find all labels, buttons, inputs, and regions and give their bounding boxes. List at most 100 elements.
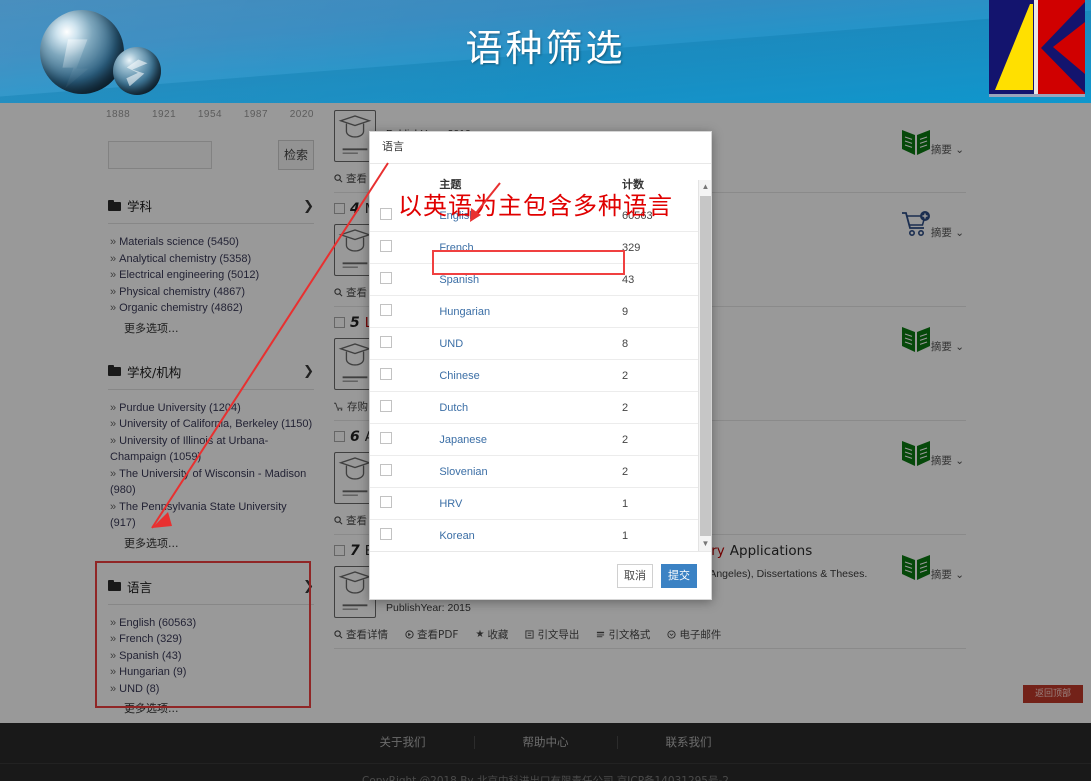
table-row[interactable]: French 329: [370, 231, 711, 264]
favorite-action[interactable]: ★ 收藏: [475, 627, 508, 642]
row-checkbox[interactable]: [380, 464, 392, 476]
result-checkbox[interactable]: [334, 317, 345, 328]
table-row[interactable]: UND 8: [370, 327, 711, 360]
folder-icon: [108, 199, 121, 211]
result-checkbox[interactable]: [334, 203, 345, 214]
language-name[interactable]: Japanese: [411, 423, 618, 456]
view-detail-action[interactable]: 查看详情: [334, 627, 388, 642]
green-book-icon[interactable]: [899, 549, 933, 583]
facet-item[interactable]: » UND (8): [108, 681, 314, 698]
result-checkbox[interactable]: [334, 431, 345, 442]
green-book-icon[interactable]: [899, 435, 933, 469]
facet-language-header[interactable]: 语言 ❯: [108, 577, 314, 605]
facet-item[interactable]: » French (329): [108, 631, 314, 648]
language-name[interactable]: French: [411, 231, 618, 264]
facet-item[interactable]: » University of California, Berkeley (115…: [108, 416, 314, 433]
facet-item[interactable]: » Analytical chemistry (5358): [108, 251, 314, 268]
scrollbar-thumb[interactable]: [700, 196, 711, 536]
green-book-icon[interactable]: [899, 321, 933, 355]
action-label: 查看: [346, 515, 367, 527]
facet-item[interactable]: » University of Illinois at Urbana-Champa…: [108, 433, 314, 466]
facet-item[interactable]: » Purdue University (1204): [108, 400, 314, 417]
chevron-right-icon[interactable]: ❯: [303, 363, 314, 379]
footer-link-about[interactable]: 关于我们: [332, 734, 474, 750]
facet-more-options[interactable]: 更多选项...: [124, 320, 314, 336]
row-checkbox[interactable]: [380, 336, 392, 348]
table-row[interactable]: Korean 1: [370, 519, 711, 551]
language-name[interactable]: Chinese: [411, 359, 618, 392]
cancel-button[interactable]: 取消: [617, 563, 653, 588]
back-to-top-button[interactable]: 返回顶部: [1023, 685, 1083, 703]
facet-institution-header[interactable]: 学校/机构 ❯: [108, 362, 314, 390]
abstract-toggle[interactable]: 摘要 ⌄: [931, 339, 964, 354]
facet-item[interactable]: » Electrical engineering (5012): [108, 267, 314, 284]
citation-format-action[interactable]: 引文格式: [596, 627, 650, 642]
modal-scrollbar[interactable]: ▲ ▼: [698, 180, 711, 551]
facet-item[interactable]: » Organic chemistry (4862): [108, 300, 314, 317]
view-detail-action[interactable]: 查看: [334, 171, 367, 186]
table-row[interactable]: Spanish 43: [370, 263, 711, 296]
view-pdf-action[interactable]: 查看PDF: [405, 627, 458, 642]
green-book-icon[interactable]: [899, 124, 933, 158]
abstract-toggle[interactable]: 摘要 ⌄: [931, 567, 964, 582]
page-title: 语种筛选: [465, 27, 626, 70]
facet-item[interactable]: » Physical chemistry (4867): [108, 284, 314, 301]
language-name[interactable]: UND: [411, 327, 618, 360]
add-to-cart-action[interactable]: 存购: [334, 399, 368, 414]
facet-subject-header[interactable]: 学科 ❯: [108, 196, 314, 224]
scroll-down-arrow-icon[interactable]: ▼: [699, 537, 711, 551]
search-button[interactable]: 检索: [278, 140, 314, 170]
submit-button[interactable]: 提交: [661, 563, 697, 588]
language-name[interactable]: Dutch: [411, 391, 618, 424]
search-input[interactable]: [108, 141, 212, 169]
chevron-right-icon[interactable]: ❯: [303, 198, 314, 214]
facet-language-list: » English (60563) » French (329) » Spanish …: [108, 615, 314, 698]
row-checkbox[interactable]: [380, 400, 392, 412]
view-detail-action[interactable]: 查看: [334, 285, 367, 300]
language-name[interactable]: Slovenian: [411, 455, 618, 488]
table-row[interactable]: Chinese 2: [370, 359, 711, 392]
row-checkbox[interactable]: [380, 368, 392, 380]
table-row[interactable]: Dutch 2: [370, 391, 711, 424]
language-name[interactable]: HRV: [411, 487, 618, 520]
folder-icon: [108, 580, 121, 591]
footer-link-help[interactable]: 帮助中心: [475, 734, 617, 750]
abstract-toggle-label: 摘要: [930, 227, 952, 239]
row-checkbox[interactable]: [380, 272, 392, 284]
facet-item[interactable]: » Hungarian (9): [108, 664, 314, 681]
table-row[interactable]: Slovenian 2: [370, 455, 711, 488]
row-checkbox[interactable]: [380, 208, 392, 220]
result-checkbox[interactable]: [334, 545, 345, 556]
facet-item[interactable]: » Materials science (5450): [108, 234, 314, 251]
table-row[interactable]: Japanese 2: [370, 423, 711, 456]
facet-item[interactable]: » The Pennsylvania State University (917): [108, 499, 314, 532]
table-row[interactable]: HRV 1: [370, 487, 711, 520]
table-row[interactable]: Hungarian 9: [370, 295, 711, 328]
cart-add-icon[interactable]: [899, 207, 933, 241]
facet-item[interactable]: » English (60563): [108, 615, 314, 632]
row-checkbox[interactable]: [380, 528, 392, 540]
footer-link-contact[interactable]: 联系我们: [618, 734, 760, 750]
view-detail-action[interactable]: 查看: [334, 513, 367, 528]
email-action[interactable]: 电子邮件: [667, 627, 721, 642]
facet-item[interactable]: » Spanish (43): [108, 648, 314, 665]
abstract-toggle[interactable]: 摘要 ⌄: [931, 225, 964, 240]
chevron-right-icon[interactable]: ❯: [303, 578, 314, 594]
abstract-toggle[interactable]: 摘要 ⌄: [931, 453, 964, 468]
language-list-scroll-area[interactable]: 主题 计数 English 60563 French 329 Spanish 43 H…: [370, 164, 711, 551]
language-name[interactable]: Korean: [411, 519, 618, 551]
language-name[interactable]: Spanish: [411, 263, 618, 296]
result-title-tail: Applications: [729, 543, 813, 559]
abstract-toggle[interactable]: 摘要 ⌄: [931, 142, 964, 157]
facet-more-options[interactable]: 更多选项...: [124, 535, 314, 551]
citation-export-action[interactable]: 引文导出: [525, 627, 579, 642]
language-name[interactable]: Hungarian: [411, 295, 618, 328]
row-checkbox[interactable]: [380, 304, 392, 316]
row-checkbox[interactable]: [380, 240, 392, 252]
row-checkbox[interactable]: [380, 432, 392, 444]
facet-item-label: The University of Wisconsin - Madison (9…: [110, 467, 307, 497]
modal-title: 语言: [382, 140, 404, 153]
row-checkbox[interactable]: [380, 496, 392, 508]
facet-item[interactable]: » The University of Wisconsin - Madison (…: [108, 466, 314, 499]
facet-more-options[interactable]: 更多选项...: [124, 700, 314, 716]
